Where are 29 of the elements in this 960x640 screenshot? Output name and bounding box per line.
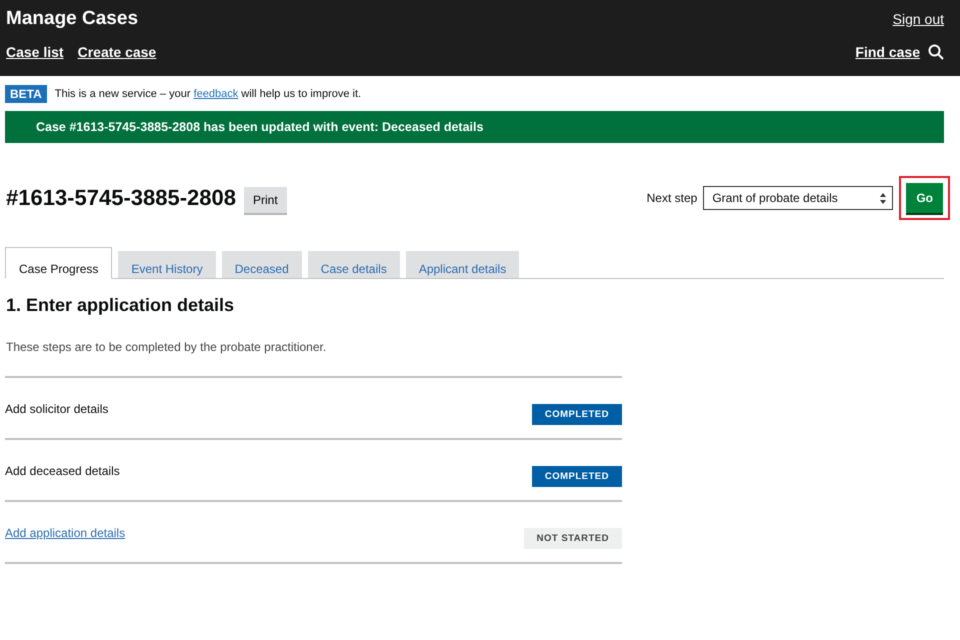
- beta-tag: BETA: [5, 85, 47, 103]
- step-link[interactable]: Add application details: [5, 526, 126, 562]
- status-tag: NOT STARTED: [524, 528, 622, 549]
- section-heading: 1. Enter application details: [6, 295, 236, 316]
- tab[interactable]: Case Progress: [5, 247, 112, 279]
- print-button[interactable]: Print: [244, 187, 287, 215]
- go-button[interactable]: Go: [906, 183, 943, 213]
- beta-notice: This is a new service – your feedback will help us to improve it.: [54, 88, 362, 100]
- service-title: Manage Cases: [6, 8, 138, 30]
- status-tag: COMPLETED: [532, 404, 622, 425]
- case-number: #1613-5745-3885-2808: [6, 185, 236, 211]
- search-icon[interactable]: [928, 44, 944, 60]
- status-tag: COMPLETED: [532, 466, 622, 487]
- step-name: Add deceased details: [5, 464, 120, 480]
- sort-arrows-icon: [880, 192, 886, 204]
- next-step-dropdown[interactable]: Grant of probate details: [703, 186, 894, 210]
- tab[interactable]: Event History: [118, 251, 216, 278]
- tab[interactable]: Deceased: [222, 251, 302, 278]
- nav-link[interactable]: Case list: [6, 44, 64, 60]
- tab[interactable]: Applicant details: [406, 251, 520, 278]
- section-description: These steps are to be completed by the probate practitioner.: [6, 340, 328, 354]
- feedback-link[interactable]: feedback: [194, 88, 238, 100]
- find-case-link[interactable]: Find case: [855, 44, 920, 60]
- step-name: Add solicitor details: [5, 402, 108, 418]
- tab[interactable]: Case details: [308, 251, 400, 278]
- nav-link[interactable]: Create case: [78, 44, 156, 60]
- success-alert: Case #1613-5745-3885-2808 has been updated with event: Deceased details: [5, 111, 944, 143]
- next-step-label: Next step: [646, 191, 698, 205]
- sign-out-link[interactable]: Sign out: [892, 11, 944, 27]
